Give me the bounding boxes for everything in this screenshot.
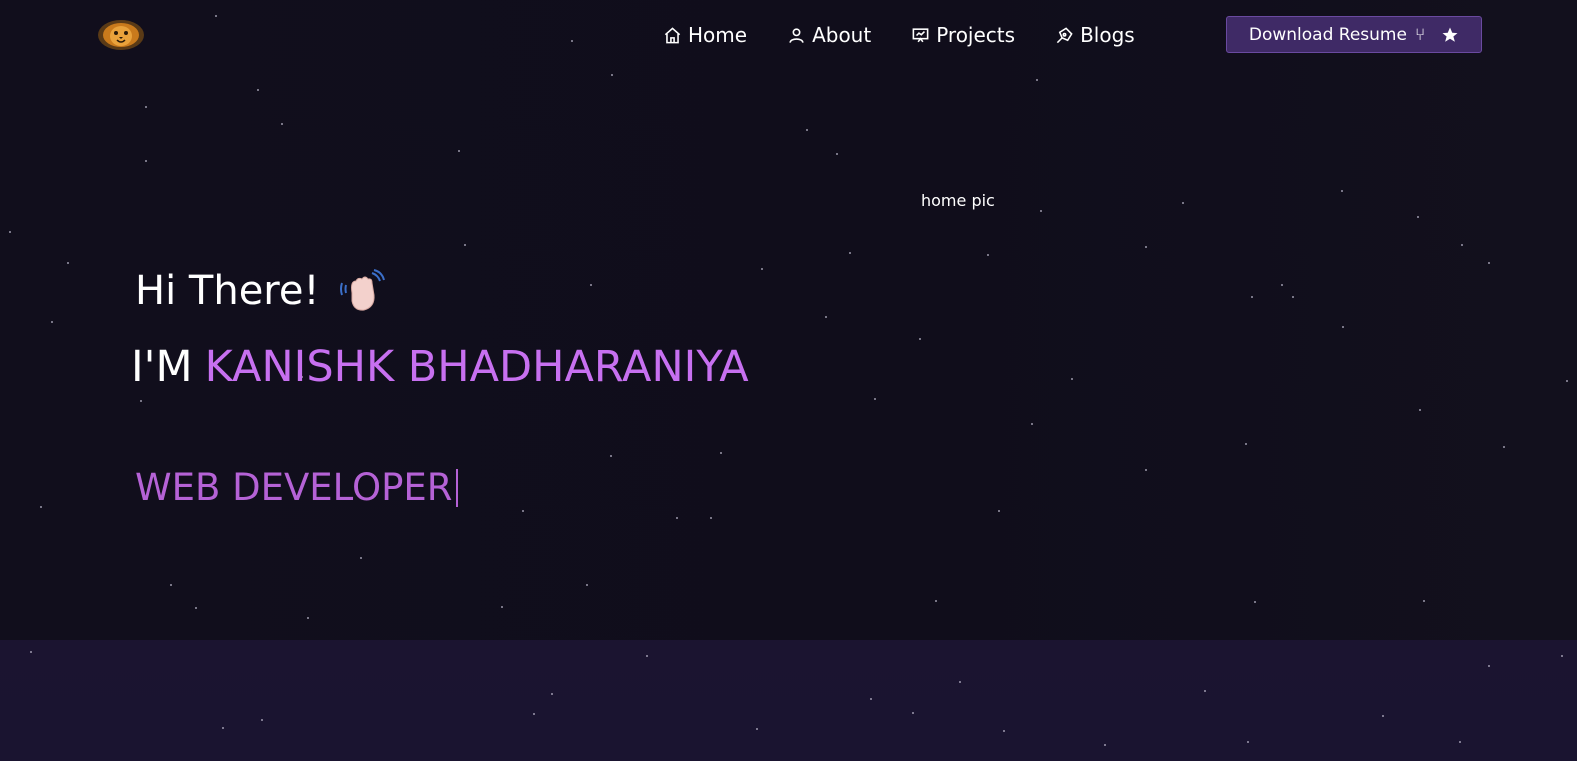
main-nav: Home About Projects Blogs [663, 19, 1175, 51]
home-icon [664, 26, 681, 43]
fork-icon: ⑂ [1414, 24, 1426, 45]
nav-projects[interactable]: Projects [911, 23, 1015, 47]
nav-blogs[interactable]: Blogs [1055, 23, 1135, 47]
name-heading: I'M KANISHK BHADHARANIYA [131, 342, 749, 392]
waving-hand-icon [338, 269, 386, 313]
lion-logo[interactable] [96, 17, 146, 53]
star-icon [1442, 27, 1458, 42]
nav-blogs-label: Blogs [1080, 23, 1135, 47]
download-resume-button[interactable]: Download Resume ⑂ [1226, 16, 1482, 53]
typewriter-cursor [456, 468, 459, 507]
nav-home[interactable]: Home [663, 23, 747, 47]
nav-home-label: Home [688, 23, 748, 47]
nav-about[interactable]: About [787, 23, 871, 47]
download-resume-label: Download Resume [1248, 24, 1407, 45]
developer-name: KANISHK BHADHARANIYA [204, 342, 749, 392]
nav-projects-label: Projects [936, 23, 1016, 47]
presentation-icon [912, 27, 929, 42]
pen-nib-icon [1056, 26, 1073, 43]
role-text: WEB DEVELOPER [135, 466, 453, 509]
typewriter-role: WEB DEVELOPER [135, 466, 459, 509]
nav-about-label: About [812, 23, 872, 47]
hero-section [0, 0, 1577, 640]
name-prefix: I'M [131, 342, 193, 392]
next-section [0, 640, 1577, 761]
greeting-heading: Hi There! [135, 268, 386, 314]
user-icon [789, 27, 804, 43]
page: Home About Projects Blogs Download Resum… [0, 0, 1577, 761]
greeting-text: Hi There! [135, 268, 320, 314]
home-pic-image: home pic [921, 191, 995, 210]
